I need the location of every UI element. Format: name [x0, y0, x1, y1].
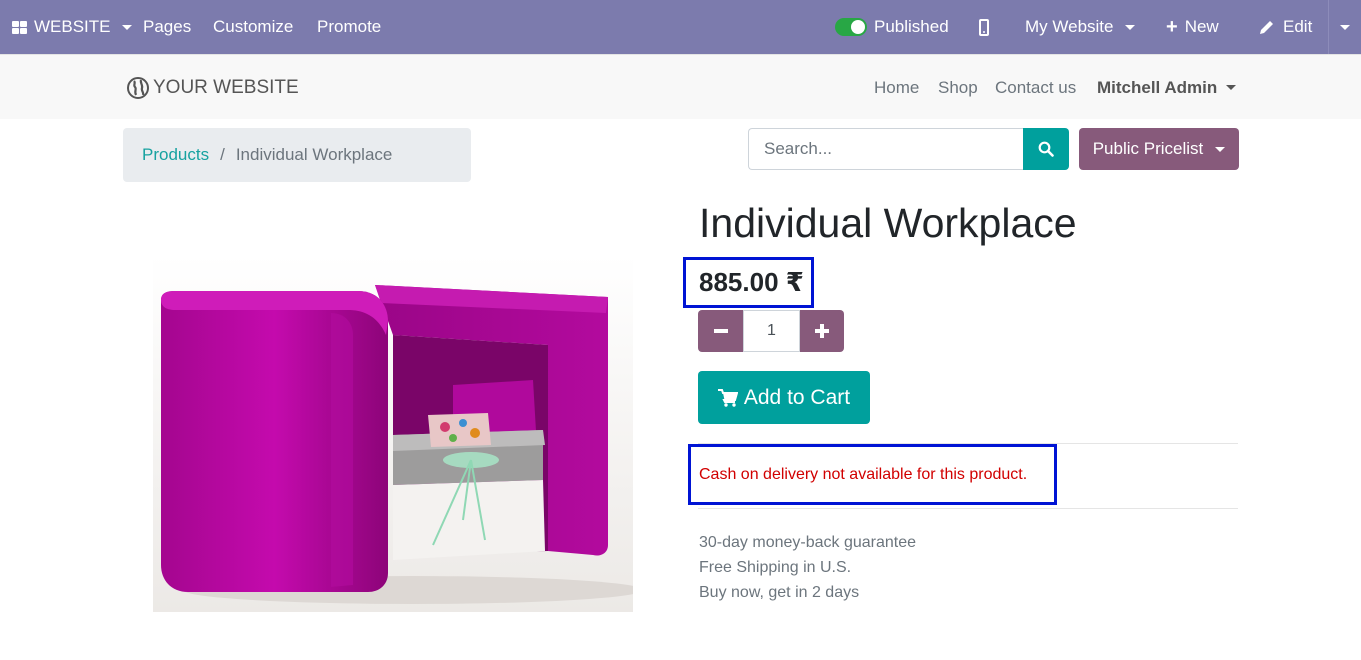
search-input[interactable]: [748, 128, 1024, 170]
customize-menu[interactable]: Customize: [213, 0, 293, 54]
website-menu-button[interactable]: WEBSITE: [12, 0, 132, 54]
search-button[interactable]: [1023, 128, 1069, 170]
edit-dropdown-toggle[interactable]: [1328, 0, 1361, 54]
new-content-button[interactable]: + New: [1166, 0, 1219, 54]
mobile-preview-button[interactable]: [979, 0, 989, 54]
breadcrumb: Products / Individual Workplace: [123, 128, 471, 182]
logo-text: YOUR WEBSITE: [153, 77, 299, 98]
nav-home[interactable]: Home: [874, 55, 919, 120]
promote-menu[interactable]: Promote: [317, 0, 381, 54]
quantity-decrease-button[interactable]: [698, 310, 743, 352]
chevron-down-icon: [121, 24, 132, 30]
website-switcher[interactable]: My Website: [1025, 0, 1135, 54]
user-name: Mitchell Admin: [1097, 77, 1218, 97]
shopping-cart-icon: [717, 388, 738, 407]
chevron-down-icon: [1215, 146, 1226, 152]
plus-icon: +: [1166, 16, 1178, 38]
website-editor-bar: WEBSITE Pages Customize Promote Publishe…: [0, 0, 1361, 54]
mobile-phone-icon: [979, 18, 989, 36]
breadcrumb-products-link[interactable]: Products: [142, 145, 209, 165]
published-label: Published: [874, 17, 949, 36]
toggle-switch-icon: [835, 18, 867, 36]
quantity-input[interactable]: [743, 310, 800, 352]
chevron-down-icon: [1340, 24, 1350, 30]
add-to-cart-button[interactable]: Add to Cart: [698, 371, 870, 424]
cod-unavailable-message: Cash on delivery not available for this …: [699, 466, 1028, 483]
pencil-icon: [1260, 21, 1273, 34]
website-switcher-label: My Website: [1025, 17, 1114, 36]
breadcrumb-current: Individual Workplace: [235, 145, 393, 164]
publish-toggle[interactable]: Published: [835, 0, 949, 54]
plus-icon: [815, 324, 829, 338]
chevron-down-icon: [1124, 24, 1135, 30]
terms-line: Buy now, get in 2 days: [699, 584, 860, 601]
product-terms: 30-day money-back guarantee Free Shippin…: [699, 530, 916, 605]
pages-menu[interactable]: Pages: [143, 0, 191, 54]
product-image: [153, 255, 633, 612]
terms-line: 30-day money-back guarantee: [699, 534, 917, 551]
site-logo[interactable]: YOUR WEBSITE: [126, 75, 299, 101]
apps-grid-icon: [12, 20, 27, 34]
globe-icon: [127, 77, 149, 99]
product-price: 885.00 ₹: [699, 267, 804, 297]
pricelist-dropdown[interactable]: Public Pricelist: [1079, 128, 1239, 170]
terms-line: Free Shipping in U.S.: [699, 559, 852, 576]
add-to-cart-label: Add to Cart: [743, 385, 851, 409]
nav-shop[interactable]: Shop: [938, 55, 978, 120]
edit-label: Edit: [1283, 17, 1313, 36]
edit-button[interactable]: Edit: [1258, 0, 1312, 54]
product-title: Individual Workplace: [699, 200, 1077, 246]
nav-contact-us[interactable]: Contact us: [995, 55, 1076, 120]
user-menu[interactable]: Mitchell Admin: [1097, 55, 1237, 120]
quantity-increase-button[interactable]: [800, 310, 844, 352]
pricelist-label: Public Pricelist: [1092, 139, 1204, 158]
breadcrumb-separator: /: [220, 145, 225, 164]
divider: [698, 508, 1238, 509]
minus-icon: [713, 329, 728, 333]
search-icon: [1038, 141, 1054, 157]
chevron-down-icon: [1226, 85, 1237, 90]
site-header: YOUR WEBSITE Home Shop Contact us Mitche…: [0, 54, 1361, 119]
new-label: New: [1184, 17, 1219, 36]
website-menu-label: WEBSITE: [34, 17, 111, 36]
